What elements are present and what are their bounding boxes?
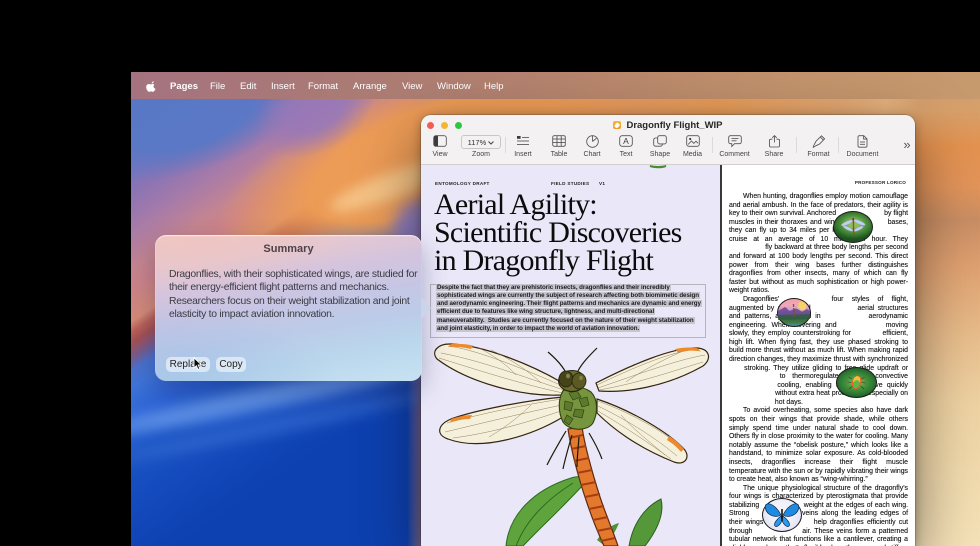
svg-text:A: A [623, 136, 629, 146]
